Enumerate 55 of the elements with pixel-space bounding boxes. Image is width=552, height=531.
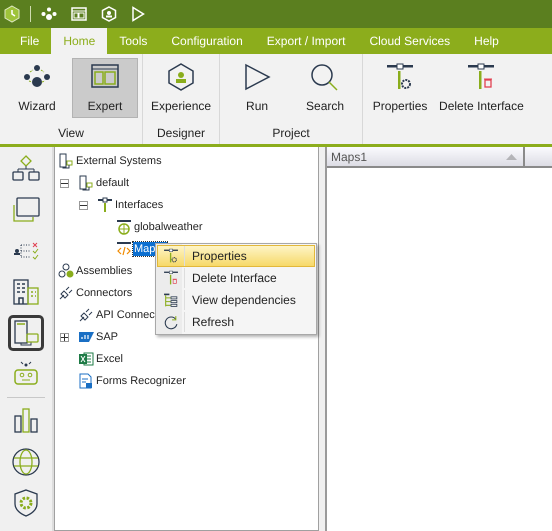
menu-item[interactable]: View dependencies bbox=[157, 289, 315, 311]
buildings-icon bbox=[11, 277, 41, 307]
ribbon-button[interactable]: Delete Interface bbox=[435, 58, 528, 118]
tree-item[interactable]: Forms Recognizer bbox=[95, 374, 187, 388]
gear-interface-icon bbox=[163, 248, 179, 264]
menu-item[interactable]: Properties bbox=[157, 245, 315, 267]
tree-item[interactable]: globalweather bbox=[133, 220, 204, 234]
person-hexagon-icon[interactable] bbox=[101, 6, 117, 22]
tree-item[interactable]: Assemblies bbox=[75, 264, 134, 278]
search-icon bbox=[310, 63, 340, 91]
window-layout-icon bbox=[90, 63, 120, 91]
app-logo-icon[interactable] bbox=[4, 5, 20, 23]
expand-icon[interactable] bbox=[60, 332, 69, 342]
run-icon[interactable] bbox=[131, 6, 145, 22]
tree-item[interactable]: default bbox=[95, 176, 130, 190]
globe-interface-icon bbox=[116, 219, 132, 235]
code-icon bbox=[116, 241, 132, 257]
group-label: Project bbox=[271, 125, 311, 142]
tree-item[interactable]: Connectors bbox=[75, 286, 134, 300]
group-label: Designer bbox=[156, 125, 206, 142]
tree-item[interactable]: API Connec bbox=[95, 308, 156, 322]
trash-interface-icon bbox=[466, 63, 496, 91]
collapse-icon[interactable] bbox=[79, 200, 88, 210]
ribbon-button[interactable]: Expert bbox=[72, 58, 138, 118]
ribbon-button[interactable]: Search bbox=[292, 58, 358, 118]
device-icon bbox=[58, 153, 74, 169]
menu-item[interactable]: Delete Interface bbox=[157, 267, 315, 289]
wizard-icon[interactable] bbox=[41, 7, 57, 21]
interface-icon bbox=[97, 197, 113, 213]
hierarchy-icon bbox=[163, 292, 179, 308]
document-icon bbox=[78, 373, 94, 389]
ribbon-button[interactable]: Properties bbox=[367, 58, 434, 118]
trash-interface-icon bbox=[163, 270, 179, 286]
sap-logo-icon bbox=[78, 329, 94, 345]
group-label: View bbox=[57, 125, 85, 142]
cogs-icon bbox=[58, 263, 74, 279]
window-icon[interactable] bbox=[71, 7, 87, 21]
spreadsheet-icon bbox=[78, 351, 94, 367]
ribbon-button[interactable]: Wizard bbox=[4, 58, 70, 118]
globe-icon bbox=[11, 447, 41, 477]
menu-item[interactable]: Refresh bbox=[157, 311, 315, 333]
collapse-icon[interactable] bbox=[60, 178, 69, 188]
ribbon-button[interactable]: Run bbox=[224, 58, 290, 118]
tree-item[interactable]: External Systems bbox=[75, 154, 163, 168]
tree-item[interactable]: Interfaces bbox=[114, 198, 164, 212]
ribbon-button[interactable]: Experience bbox=[147, 58, 216, 118]
gear-interface-icon bbox=[385, 63, 416, 91]
plug-icon bbox=[78, 307, 94, 323]
person-hexagon-icon bbox=[166, 63, 196, 91]
plug-icon bbox=[58, 285, 74, 301]
tree-item[interactable]: Excel bbox=[95, 352, 124, 366]
sidebar-item[interactable] bbox=[8, 315, 44, 351]
refresh-icon bbox=[163, 314, 179, 330]
device-icon bbox=[78, 175, 94, 191]
tree-item[interactable]: SAP bbox=[95, 330, 120, 344]
